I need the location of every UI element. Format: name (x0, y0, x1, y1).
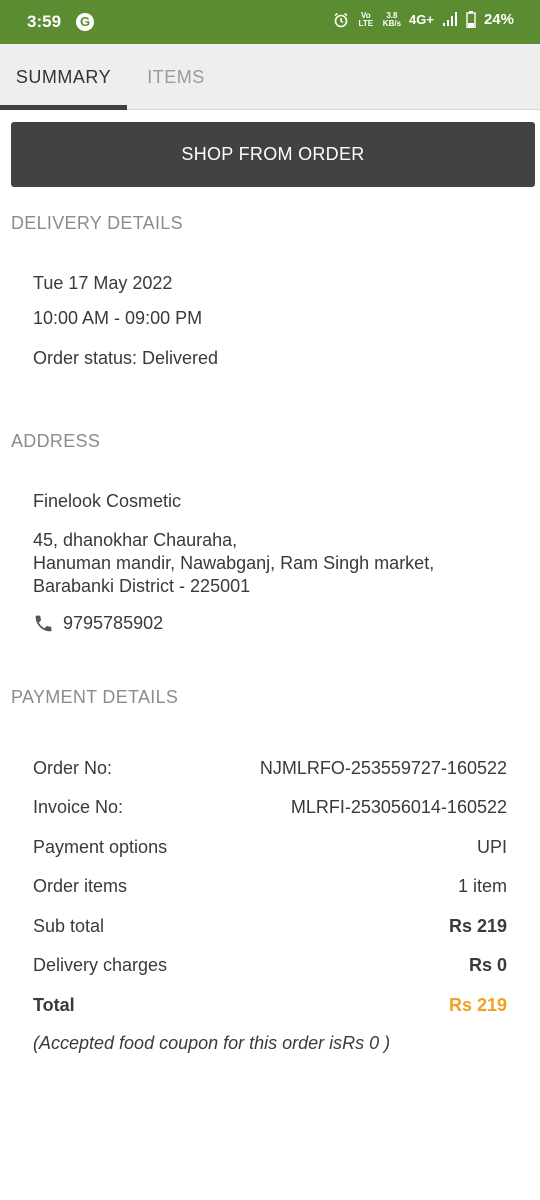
tab-bar: SUMMARY ITEMS (0, 44, 540, 110)
delivery-time-window: 10:00 AM - 09:00 PM (33, 308, 203, 328)
tab-summary[interactable]: SUMMARY (0, 44, 127, 110)
payment-value: MLRFI-253056014-160522 (290, 797, 507, 817)
payment-row-invoice-no: Invoice No: MLRFI-253056014-160522 (33, 797, 507, 821)
address-block: 45, dhanokhar Chauraha, Hanuman mandir, … (33, 529, 434, 598)
shop-from-order-button[interactable]: SHOP FROM ORDER (11, 122, 535, 187)
payment-row-payment-options: Payment options UPI (33, 837, 507, 861)
payment-label: Payment options (33, 837, 168, 857)
payment-row-total: Total Rs 219 (33, 995, 507, 1019)
payment-value: Rs 219 (448, 916, 507, 936)
payment-row-order-no: Order No: NJMLRFO-253559727-160522 (33, 758, 507, 782)
status-time: 3:59 (27, 12, 62, 31)
network-speed-unit: KB/s (382, 18, 402, 28)
order-status: Order status: Delivered (33, 348, 219, 368)
network-speed: 3.8 KB/s (382, 11, 402, 28)
payment-row-delivery-charges: Delivery charges Rs 0 (33, 955, 507, 979)
phone-icon (35, 615, 52, 632)
address-line-1: 45, dhanokhar Chauraha, (33, 530, 238, 550)
payment-label: Sub total (33, 916, 105, 936)
payment-row-sub-total: Sub total Rs 219 (33, 916, 507, 940)
status-bar: 3:59 G Vo LTE 3.8 KB/s 4G+ 24% (0, 0, 540, 44)
phone-row[interactable]: 9795785902 (33, 613, 163, 634)
payment-label: Order items (33, 876, 128, 896)
volte-indicator: Vo LTE (358, 10, 374, 28)
payment-value: NJMLRFO-253559727-160522 (259, 758, 507, 778)
status-icons: Vo LTE 3.8 KB/s 4G+ 24% (333, 11, 514, 28)
address-name: Finelook Cosmetic (33, 491, 182, 511)
payment-value: 1 item (457, 876, 507, 896)
signal-icon (442, 12, 457, 26)
tab-items[interactable]: ITEMS (127, 44, 225, 110)
battery-icon (466, 11, 476, 28)
payment-label: Delivery charges (33, 955, 168, 975)
payment-row-order-items: Order items 1 item (33, 876, 507, 900)
google-icon: G (76, 13, 94, 31)
address-line-3: Barabanki District - 225001 (33, 576, 251, 596)
payment-label: Total (33, 995, 75, 1015)
payment-label: Invoice No: (33, 797, 124, 817)
payment-value: Rs 0 (468, 955, 507, 975)
payment-total-value: Rs 219 (448, 995, 507, 1015)
battery-percent: 24% (483, 11, 514, 28)
coupon-note: (Accepted food coupon for this order isR… (33, 1033, 391, 1053)
network-type: 4G+ (409, 12, 434, 27)
delivery-details-heading: DELIVERY DETAILS (11, 213, 183, 233)
alarm-icon (334, 12, 348, 27)
payment-details-heading: PAYMENT DETAILS (11, 687, 179, 707)
phone-number[interactable]: 9795785902 (63, 613, 163, 634)
payment-label: Order No: (33, 758, 113, 778)
address-line-2: Hanuman mandir, Nawabganj, Ram Singh mar… (33, 553, 435, 573)
payment-value: UPI (476, 837, 507, 857)
delivery-date: Tue 17 May 2022 (33, 273, 173, 293)
address-heading: ADDRESS (11, 431, 101, 451)
